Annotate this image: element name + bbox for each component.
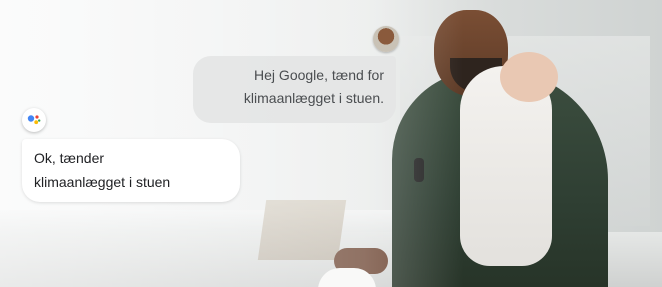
- assistant-message-bubble: Ok, tænder klimaanlægget i stuen: [22, 139, 240, 202]
- user-message-bubble: Hej Google, tænd for klimaanlægget i stu…: [193, 56, 396, 123]
- assistant-message-line-1: Ok, tænder: [34, 150, 105, 166]
- user-message-line-2: klimaanlægget i stuen.: [243, 90, 384, 106]
- user-avatar-icon: [373, 26, 399, 52]
- google-assistant-dots-icon: [27, 115, 41, 125]
- google-assistant-icon: [22, 108, 46, 132]
- assistant-conversation-scene: Hej Google, tænd for klimaanlægget i stu…: [0, 0, 662, 287]
- assistant-message-line-2: klimaanlægget i stuen: [34, 174, 171, 190]
- user-message-line-1: Hej Google, tænd for: [254, 67, 384, 83]
